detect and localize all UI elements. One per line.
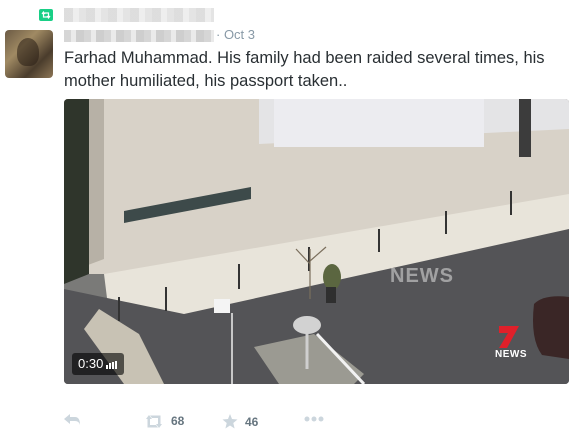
- reply-icon: [64, 414, 80, 425]
- channel-logo-text: NEWS: [495, 349, 527, 360]
- retweet-icon: [146, 414, 162, 428]
- retweet-badge-icon: [39, 9, 53, 21]
- star-icon: [222, 414, 238, 429]
- tweet-text: Farhad Muhammad. His family had been rai…: [64, 49, 545, 90]
- retweet-count: 68: [171, 414, 185, 428]
- video-duration-badge: 0:30: [72, 353, 125, 375]
- avatar[interactable]: [5, 30, 53, 78]
- volume-bars-icon: [106, 360, 118, 369]
- more-dots-icon: [304, 416, 324, 422]
- video-watermark: NEWS: [390, 265, 454, 287]
- retweeted-by-name-redacted[interactable]: [64, 8, 214, 22]
- video-player[interactable]: NEWS NEWS 0:30: [64, 99, 569, 384]
- favorite-count: 46: [245, 414, 259, 429]
- tweet-timestamp[interactable]: · Oct 3: [216, 27, 255, 42]
- retweet-button[interactable]: 68: [144, 414, 184, 428]
- video-frame: [64, 99, 569, 384]
- channel-7-logo: NEWS: [495, 324, 535, 360]
- video-duration: 0:30: [78, 356, 104, 371]
- more-button[interactable]: [304, 416, 324, 422]
- favorite-button[interactable]: 46: [222, 414, 258, 429]
- reply-button[interactable]: [64, 414, 81, 426]
- author-name-redacted[interactable]: [64, 30, 214, 42]
